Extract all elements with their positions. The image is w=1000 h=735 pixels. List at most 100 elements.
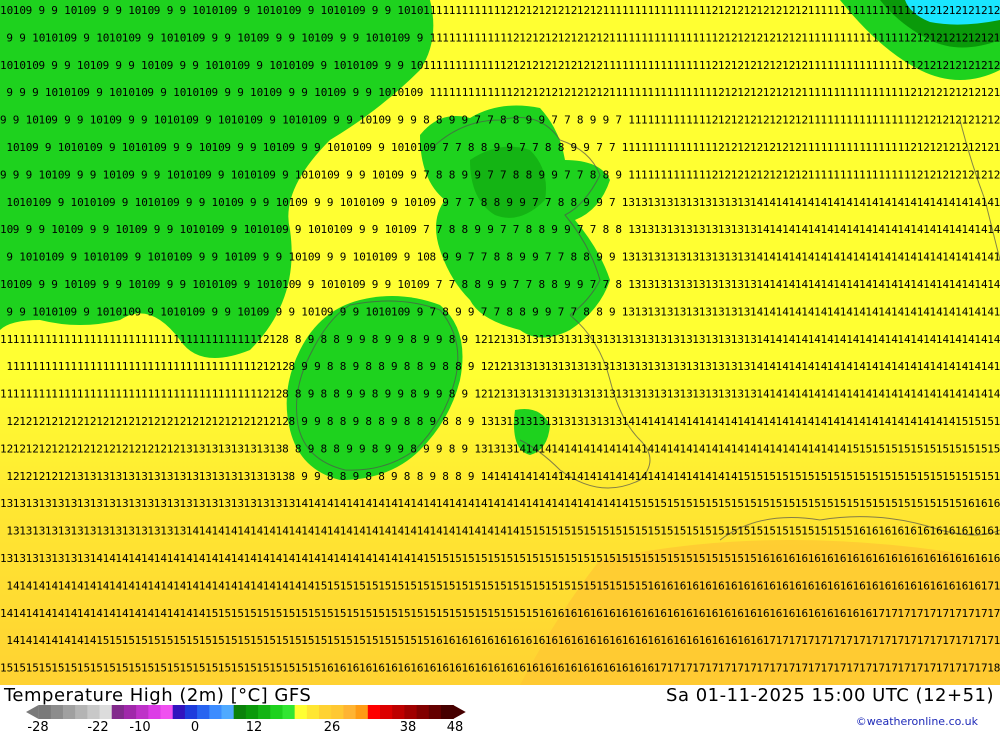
grid-value: 11 [641,4,654,17]
grid-value: 14 [827,415,841,428]
grid-value: 10 [45,305,58,318]
grid-value: 11 [26,333,39,346]
grid-value: 9 [308,333,315,346]
grid-value: 14 [942,415,956,428]
grid-value: 14 [949,223,963,236]
grid-value: 12 [135,415,148,428]
grid-value: 7 [596,141,603,154]
grid-value: 8 [474,278,481,291]
grid-value: 15 [417,634,430,647]
grid-value: 11 [154,388,167,401]
grid-value: 7 [449,278,456,291]
grid-value: 15 [487,552,500,565]
grid-value: 12 [571,31,584,44]
grid-value: 12 [782,168,795,181]
grid-value: 14 [974,388,988,401]
grid-value: 14 [872,333,886,346]
grid-value: 15 [994,470,1000,483]
grid-value: 8 [577,114,584,127]
grid-value: 9 [391,251,398,264]
grid-value: 15 [821,497,834,510]
grid-value: 15 [635,525,648,538]
grid-value: 15 [859,497,872,510]
grid-value: 15 [686,525,699,538]
grid-value: 11 [872,114,885,127]
grid-value: 12 [769,168,782,181]
grid-value: 9 [269,114,276,127]
grid-value: 14 [590,497,604,510]
grid-value: 11 [686,141,699,154]
grid-value: 13 [680,333,693,346]
grid-value: 10 [154,59,167,72]
grid-value: 14 [994,360,1000,373]
grid-value: 12 [551,4,564,17]
grid-value: 14 [872,223,886,236]
grid-value: 10 [0,4,13,17]
grid-value: 15 [212,634,225,647]
grid-value: 10 [32,31,45,44]
grid-value: 14 [474,497,488,510]
grid-value: 13 [699,360,712,373]
grid-value: 14 [878,415,892,428]
grid-value: 12 [987,114,1000,127]
grid-value: 9 [308,442,315,455]
grid-value: 14 [506,525,520,538]
grid-value: 14 [923,223,937,236]
grid-value: 16 [737,579,750,592]
grid-value: 11 [160,360,173,373]
grid-value: 12 [718,168,731,181]
grid-value: 12 [500,4,513,17]
grid-value: 14 [917,360,931,373]
grid-value: 12 [545,31,558,44]
grid-value: 14 [141,552,155,565]
grid-value: 17 [840,634,853,647]
grid-value: 10 [192,278,205,291]
grid-value: 15 [776,470,789,483]
grid-value: 10 [192,4,205,17]
grid-value: 15 [154,662,167,675]
grid-value: 12 [13,442,26,455]
grid-value: 13 [667,278,680,291]
grid-value: 10 [173,31,186,44]
grid-value: 14 [90,607,104,620]
grid-value: 14 [865,415,879,428]
grid-value: 16 [942,579,955,592]
grid-value: 14 [346,497,360,510]
grid-value: 9 [340,305,347,318]
grid-value: 8 [442,415,449,428]
grid-value: 8 [506,305,513,318]
grid-value: 10 [173,251,186,264]
grid-value: 7 [487,168,494,181]
grid-value: 14 [391,525,405,538]
grid-value: 12 [974,4,987,17]
grid-value: 16 [962,497,975,510]
grid-value: 17 [744,662,757,675]
grid-value: 14 [64,607,78,620]
grid-value: 9 [410,168,417,181]
grid-value: 8 [404,415,411,428]
grid-value: 16 [737,634,750,647]
grid-value: 16 [917,525,930,538]
grid-value: 9 [487,223,494,236]
scale-swatch [429,705,442,719]
grid-value: 13 [737,196,750,209]
grid-value: 10 [173,86,186,99]
grid-value: 12 [0,442,13,455]
grid-value: 15 [462,607,475,620]
grid-value: 12 [506,86,519,99]
grid-value: 8 [583,305,590,318]
grid-value: 14 [19,579,33,592]
credit-link[interactable]: ©weatheronline.co.uk [856,715,978,728]
grid-value: 14 [596,470,610,483]
grid-value: 14 [506,470,520,483]
grid-value: 10 [276,196,289,209]
grid-value: 10 [250,86,263,99]
grid-value: 13 [526,333,539,346]
grid-value: 7 [455,141,462,154]
grid-value: 14 [115,552,129,565]
grid-value: 12 [256,388,269,401]
grid-value: 14 [808,442,822,455]
grid-value: 10 [372,114,385,127]
grid-value: 8 [615,278,622,291]
grid-value: 9 [455,305,462,318]
